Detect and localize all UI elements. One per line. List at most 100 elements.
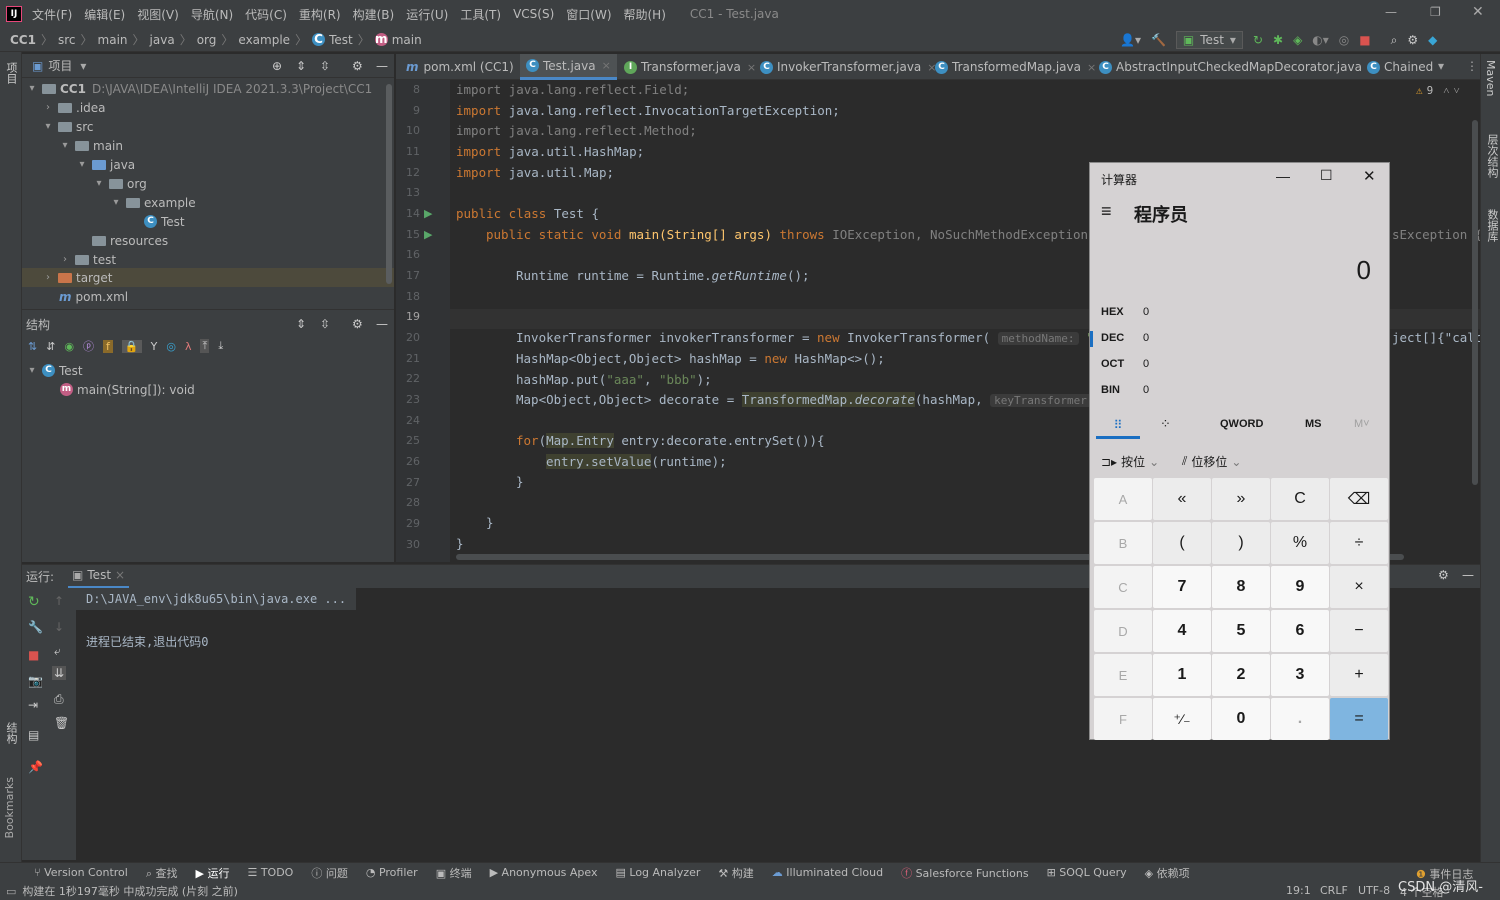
word-size-button[interactable]: QWORD [1220, 418, 1263, 430]
close-icon[interactable]: ✕ [1363, 167, 1376, 185]
key-2[interactable]: 2 [1212, 654, 1270, 696]
key-c-hex[interactable]: C [1094, 566, 1152, 608]
project-panel-title[interactable]: 项目 [48, 57, 72, 74]
tool-anonymous-apex[interactable]: ▶ Anonymous Apex [490, 866, 598, 879]
plugin-icon[interactable]: ◆ [1428, 33, 1437, 47]
tool-build[interactable]: ⚒ 构建 [718, 865, 753, 881]
chevron-down-icon[interactable]: ▾ [76, 159, 88, 170]
stripe-structure[interactable]: 结构 [3, 722, 19, 744]
locate-icon[interactable]: ⊕ [272, 59, 282, 73]
key-negate[interactable]: ⁺∕₋ [1153, 698, 1211, 740]
key-plus[interactable]: + [1330, 654, 1388, 696]
key-4[interactable]: 4 [1153, 610, 1211, 652]
tool-problems[interactable]: ⓘ 问题 [311, 865, 348, 881]
tool-log-analyzer[interactable]: ▤ Log Analyzer [616, 866, 701, 879]
show-inherited-icon[interactable]: ◉ [64, 340, 74, 353]
gear-icon[interactable]: ⚙ [352, 317, 363, 331]
breadcrumb-method[interactable]: main [392, 33, 422, 47]
tool-profiler[interactable]: ◔ Profiler [366, 866, 418, 879]
key-open-paren[interactable]: ( [1153, 522, 1211, 564]
tree-node-main[interactable]: ▾ main [59, 136, 123, 155]
key-5[interactable]: 5 [1212, 610, 1270, 652]
user-icon[interactable]: 👤▾ [1120, 33, 1141, 47]
intellij-logo-icon[interactable]: IJ [6, 6, 22, 22]
tree-node-cc1[interactable]: ▾ CC1 D:\JAVA\IDEA\IntelliJ IDEA 2021.3.3\… [26, 79, 372, 98]
show-fields-icon[interactable]: f [103, 339, 113, 353]
radix-hex-label[interactable]: HEX [1101, 306, 1124, 318]
hide-icon[interactable]: — [376, 317, 388, 331]
stripe-maven[interactable]: Maven [1484, 60, 1497, 96]
tree-node-java[interactable]: ▾ java [76, 155, 135, 174]
key-divide[interactable]: ÷ [1330, 522, 1388, 564]
previous-highlight-icon[interactable]: ˄ [1443, 84, 1449, 97]
more-icon[interactable]: ⋮ [1466, 59, 1478, 73]
bitshift-dropdown[interactable]: ⫽ 位移位 ⌄ [1182, 453, 1241, 470]
tab-transformed-map[interactable]: C TransformedMap.java × [929, 54, 1102, 80]
close-icon[interactable]: ✕ [1472, 4, 1484, 20]
coverage-icon[interactable]: ◈ [1293, 33, 1302, 47]
gear-icon[interactable]: ⚙ [352, 59, 363, 73]
key-8[interactable]: 8 [1212, 566, 1270, 608]
key-multiply[interactable]: × [1330, 566, 1388, 608]
breadcrumb-java[interactable]: java [150, 33, 175, 47]
chevron-down-icon[interactable]: ▾ [59, 140, 71, 151]
key-equals[interactable]: = [1330, 698, 1388, 740]
breadcrumb-main[interactable]: main [98, 33, 128, 47]
tab-pom[interactable]: mpom.xml (CC1)× [400, 54, 535, 80]
tab-test-java[interactable]: C Test.java × [520, 54, 617, 80]
key-a[interactable]: A [1094, 478, 1152, 520]
tree-node-example[interactable]: ▾ example [110, 193, 195, 212]
bit-toggle-keypad-icon[interactable]: ⁘ [1160, 416, 1171, 432]
maximize-icon[interactable]: ☐ [1320, 167, 1333, 184]
pin-icon[interactable]: 📌 [28, 760, 43, 774]
tab-abstract-input[interactable]: CAbstractInputCheckedMapDecorator.java× [1093, 54, 1383, 80]
run-gutter-icon[interactable]: ▶ [424, 207, 432, 220]
chevron-down-icon[interactable]: ▾ [93, 178, 105, 189]
menu-build[interactable]: 构建(B) [353, 6, 395, 23]
menu-file[interactable]: 文件(F) [32, 6, 72, 23]
breadcrumb-org[interactable]: org [197, 33, 217, 47]
run-config-dropdown[interactable]: ▣ Test ▾ [1175, 31, 1243, 49]
tool-soql-query[interactable]: ⊞ SOQL Query [1047, 866, 1127, 879]
show-lambdas-icon[interactable]: ◎ [166, 340, 176, 353]
tool-find[interactable]: ⌕ 查找 [146, 865, 178, 881]
key-shift-left[interactable]: « [1153, 478, 1211, 520]
key-shift-right[interactable]: » [1212, 478, 1270, 520]
chevron-right-icon[interactable]: › [59, 254, 71, 265]
gear-icon[interactable]: ⚙ [1438, 568, 1449, 582]
autoscroll-from-source-icon[interactable]: ⤓ [218, 339, 223, 353]
tab-transformer[interactable]: I Transformer.java × [618, 54, 762, 80]
tab-invoker-transformer[interactable]: C InvokerTransformer.java × [754, 54, 943, 80]
stop-icon[interactable]: ■ [1359, 33, 1370, 47]
menu-run[interactable]: 运行(U) [406, 6, 448, 23]
file-encoding[interactable]: UTF-8 [1358, 884, 1390, 897]
console-command[interactable]: D:\JAVA_env\jdk8u65\bin\java.exe ... [86, 592, 346, 606]
print-icon[interactable]: ⎙ [54, 692, 64, 707]
rerun-icon[interactable]: ↻ [28, 594, 40, 610]
sort-alpha-icon[interactable]: ⇵ [46, 340, 55, 353]
down-arrow-icon[interactable]: ↓ [54, 620, 64, 634]
camera-icon[interactable]: 📷 [28, 674, 43, 688]
memory-button[interactable]: M˅ [1354, 418, 1370, 430]
chevron-down-icon[interactable]: ▾ [42, 121, 54, 132]
next-highlight-icon[interactable]: ˅ [1453, 84, 1459, 97]
stripe-database[interactable]: 数据库 [1484, 209, 1500, 242]
build-hammer-icon[interactable]: 🔨 [1151, 33, 1166, 47]
key-3[interactable]: 3 [1271, 654, 1329, 696]
menu-help[interactable]: 帮助(H) [624, 6, 666, 23]
show-properties-icon[interactable]: ⓟ [83, 338, 94, 354]
stripe-bookmarks[interactable]: Bookmarks [3, 777, 16, 838]
tree-node-resources[interactable]: resources [76, 231, 168, 250]
stripe-hierarchy[interactable]: 层次结构 [1484, 134, 1500, 178]
hide-icon[interactable]: — [376, 59, 388, 73]
key-close-paren[interactable]: ) [1212, 522, 1270, 564]
chevron-down-icon[interactable]: ▾ [26, 365, 38, 376]
caret-position[interactable]: 19:1 [1286, 884, 1311, 897]
tree-node-target[interactable]: › target [22, 268, 394, 287]
attach-icon[interactable]: ◎ [1339, 33, 1349, 47]
profile-icon[interactable]: ◐▾ [1312, 33, 1329, 47]
close-icon[interactable]: × [115, 568, 125, 582]
vertical-scrollbar[interactable] [1472, 120, 1478, 485]
rerun-icon[interactable]: ↻ [1253, 33, 1263, 47]
layout-icon[interactable]: ▤ [28, 728, 39, 742]
